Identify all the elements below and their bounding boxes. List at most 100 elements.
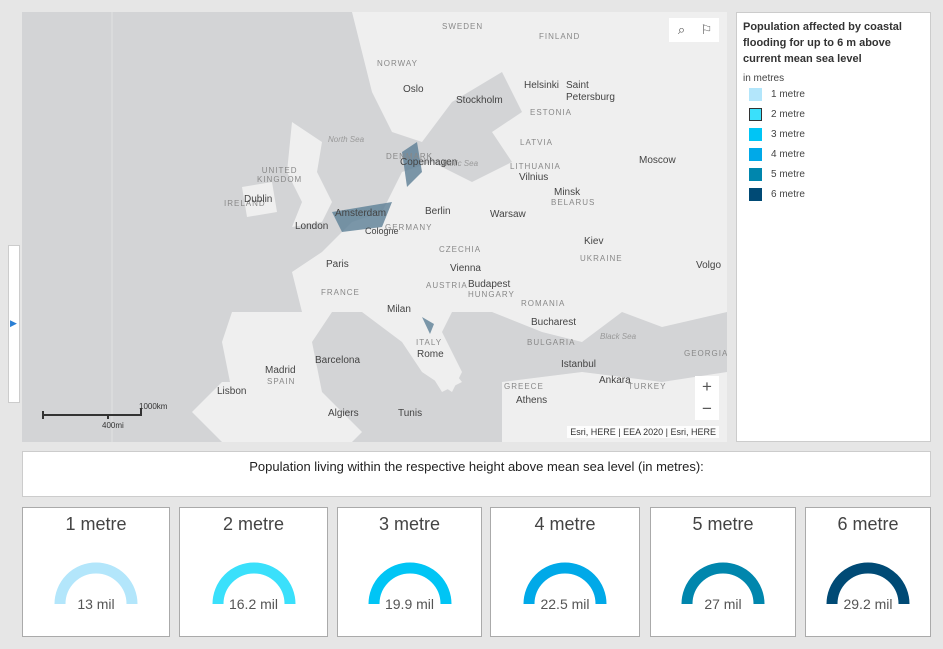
attribution: Esri, HERE | EEA 2020 | Esri, HERE [567,426,719,438]
map-tools: ⌕ ⚐ [669,18,719,42]
gauge-card: 3 metre 19.9 mil [337,507,482,637]
legend-label: 5 metre [771,168,805,180]
gauge-card: 2 metre 16.2 mil [179,507,328,637]
label-barcelona: Barcelona [315,355,361,366]
label-milan: Milan [387,304,411,315]
label-finland: FINLAND [539,32,581,41]
label-belarus: BELARUS [551,198,596,207]
gauge-value: 22.5 mil [540,596,590,612]
gauge-title: 6 metre [837,514,899,534]
legend-item: 5 metre [743,164,924,184]
legend-item: 2 metre [743,104,924,124]
label-france: FRANCE [321,288,360,297]
zoom-controls: + − [695,376,719,420]
label-warsaw: Warsaw [490,209,526,220]
legend-unit: in metres [743,73,785,84]
legend-panel: Population affected by coastal flooding … [736,12,931,442]
label-italy: ITALY [416,338,443,347]
gauge-value: 29.2 mil [843,596,893,612]
gauge-value: 13 mil [77,596,115,612]
legend-swatch [749,187,762,201]
map-view[interactable]: SWEDEN FINLAND NORWAY Oslo Stockholm Hel… [22,12,727,442]
label-bucharest: Bucharest [531,317,577,328]
label-ukraine: UKRAINE [580,254,623,263]
gauge-value: 16.2 mil [228,596,279,612]
legend-label: 1 metre [771,88,805,100]
label-kiev: Kiev [584,236,604,247]
label-saint-petersburg: Saint Petersburg [566,80,615,103]
legend-swatch [749,107,762,121]
legend-title: Population affected by coastal flooding … [743,21,902,65]
label-romania: ROMANIA [521,299,566,308]
label-czechia: CZECHIA [439,245,482,254]
label-greece: GREECE [504,382,544,391]
label-tunis: Tunis [398,408,423,419]
gauge-title: 3 metre [378,514,441,534]
label-stockholm: Stockholm [456,95,503,106]
legend-item: 6 metre [743,184,924,204]
label-copenhagen: Copenhagen [400,157,458,168]
label-lisbon: Lisbon [217,386,247,397]
label-london: London [295,221,329,232]
label-minsk: Minsk [554,187,581,198]
label-athens: Athens [516,395,548,406]
label-bulgaria: BULGARIA [527,338,576,347]
label-paris: Paris [326,259,349,270]
label-budapest: Budapest [468,279,511,290]
label-amsterdam: Amsterdam [335,208,387,219]
search-icon[interactable]: ⌕ [669,18,694,42]
gauge-title: 2 metre [222,514,285,534]
zoom-in-button[interactable]: + [695,376,719,398]
gauge-value: 19.9 mil [384,596,435,612]
label-austria: AUSTRIA [426,281,468,290]
gauge-title: 5 metre [692,514,754,534]
expand-arrow-icon: ▶ [10,318,17,328]
legend-label: 4 metre [771,148,805,160]
label-oslo: Oslo [403,84,424,95]
gauge-card: 5 metre 27 mil [650,507,796,637]
label-georgia: GEORGIA [684,349,727,358]
label-vienna: Vienna [450,263,481,274]
label-hungary: HUNGARY [468,290,515,299]
label-norway: NORWAY [377,59,418,68]
bookmark-icon[interactable]: ⚐ [694,18,719,42]
side-panel-toggle[interactable]: ▶ [8,245,20,403]
label-sweden: SWEDEN [442,22,484,31]
label-ankara: Ankara [599,375,631,386]
legend-item: 3 metre [743,124,924,144]
legend-swatch [749,127,762,141]
gauge-card: 1 metre 13 mil [22,507,170,637]
label-north-sea: North Sea [328,135,365,144]
label-estonia: ESTONIA [530,108,572,117]
label-berlin: Berlin [425,206,451,217]
label-germany: GERMANY [385,223,433,232]
zoom-out-button[interactable]: − [695,398,719,420]
legend-label: 2 metre [771,108,805,120]
label-black-sea: Black Sea [600,332,637,341]
label-united-kingdom: UNITED KINGDOM [257,166,303,184]
label-latvia: LATVIA [520,138,553,147]
gauge-title: 4 metre [534,514,596,534]
label-madrid: Madrid [265,365,296,376]
legend-swatch [749,167,762,181]
summary-title: Population living within the respective … [22,451,931,497]
label-istanbul: Istanbul [561,359,597,370]
legend-label: 6 metre [771,188,805,200]
legend-label: 3 metre [771,128,805,140]
label-rome: Rome [417,349,444,360]
label-moscow: Moscow [639,155,676,166]
label-dublin: Dublin [244,194,273,205]
gauge-card: 6 metre 29.2 mil [805,507,931,637]
label-helsinki: Helsinki [524,80,560,91]
scale-km: 1000km [139,402,168,411]
label-lithuania: LITHUANIA [510,162,561,171]
legend-swatch [749,147,762,161]
scale-mi: 400mi [102,421,124,430]
gauge-card: 4 metre 22.5 mil [490,507,640,637]
legend-item: 1 metre [743,84,924,104]
label-volgograd: Volgo [696,260,722,271]
label-algiers: Algiers [328,408,359,419]
label-vilnius: Vilnius [519,172,549,183]
legend-item: 4 metre [743,144,924,164]
gauge-title: 1 metre [65,514,127,534]
